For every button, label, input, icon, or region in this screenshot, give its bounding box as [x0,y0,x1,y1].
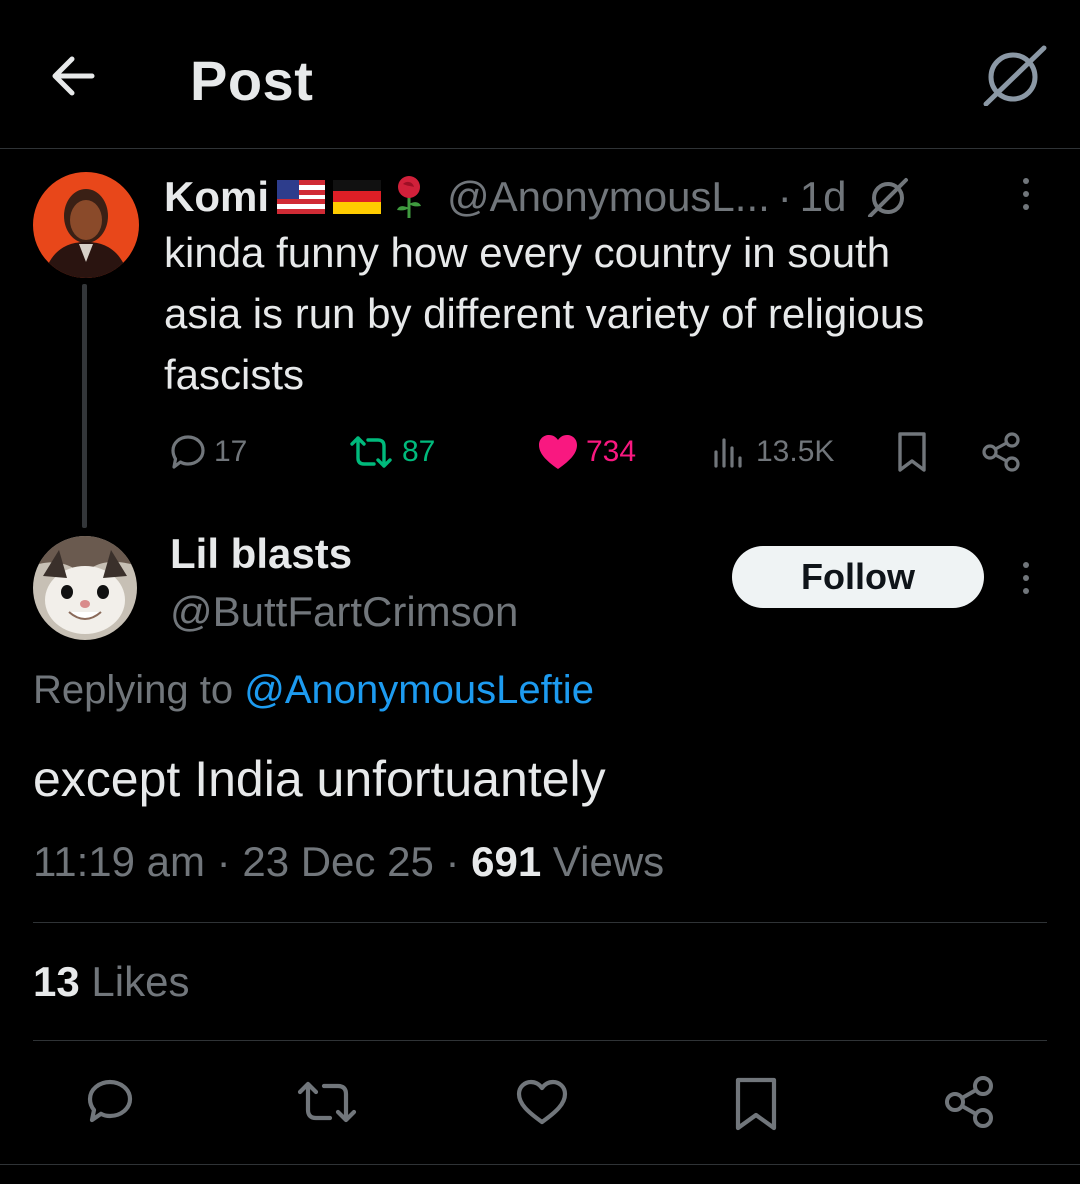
more-dot [1023,191,1029,197]
like-count: 734 [586,435,637,468]
avatar-image [33,172,139,278]
back-button[interactable] [44,46,104,106]
separator-dot: · [777,173,792,220]
tweet-text: kinda funny how every country in south a… [164,222,1044,405]
reply-views-count: 691 [471,838,542,885]
views-count: 13.5K [756,435,835,468]
replying-prefix: Replying to [33,668,234,712]
share-icon [982,432,1020,472]
post-page: Post Komi @AnonymousL... · 1d kinda funn… [0,0,1080,1184]
reply-icon [171,435,205,469]
tweet-time[interactable]: 1d [800,173,847,221]
share-button[interactable] [940,1070,1000,1136]
reply-button[interactable]: 17 [168,424,247,480]
divider [33,922,1047,923]
follow-button[interactable]: Follow [732,546,984,608]
likes-label: Likes [91,958,190,1005]
like-icon [539,435,577,469]
reply-count: 17 [214,435,248,468]
rose-emoji-icon [397,176,421,218]
likes-summary[interactable]: 13 Likes [33,958,189,1006]
replying-to: Replying to @AnonymousLeftie [33,668,594,713]
avatar-image [33,536,137,640]
share-icon [945,1076,993,1128]
more-dot [1023,562,1029,568]
share-button[interactable] [980,424,1024,480]
divider [33,1040,1047,1041]
tweet-line: kinda funny how every country in south [164,229,891,276]
more-dot [1023,204,1029,210]
page-title: Post [190,49,314,112]
divider [0,148,1080,149]
repost-count: 87 [402,435,436,468]
repost-icon [350,436,392,468]
thread-line [82,284,87,528]
views-button[interactable]: 13.5K [710,424,834,480]
reply-more-options-button[interactable] [1016,562,1036,606]
us-flag-icon [277,180,325,214]
reply-time: 11:19 am [33,838,205,885]
tweet-line: asia is run by different variety of reli… [164,290,925,337]
reply-author-handle[interactable]: @ButtFartCrimson [170,588,518,636]
reply-views-label: Views [552,838,665,885]
grok-button[interactable] [980,44,1050,107]
reply-meta: 11:19 am · 23 Dec 25 · 691 Views [33,838,664,886]
avatar-komi[interactable] [33,172,139,278]
reply-button[interactable] [80,1070,140,1136]
repost-icon [297,1081,357,1123]
grok-icon [983,45,1047,107]
tweet-header: Komi @AnonymousL... · 1d [164,170,911,224]
avatar-lil-blasts[interactable] [33,536,137,640]
reply-author-name[interactable]: Lil blasts [170,530,352,578]
bookmark-icon [898,432,926,472]
replying-handle-link[interactable]: @AnonymousLeftie [244,668,594,712]
more-dot [1023,178,1029,184]
like-button[interactable]: 734 [536,424,636,480]
like-button[interactable] [512,1070,572,1136]
bookmark-button[interactable] [892,424,932,480]
reply-text: except India unfortuantely [33,751,606,807]
top-bar: Post [0,0,1080,148]
like-icon [516,1079,568,1125]
germany-flag-icon [333,180,381,214]
meta-separator: · [445,838,460,885]
meta-separator: · [216,838,231,885]
more-options-button[interactable] [1016,178,1036,222]
repost-button[interactable] [292,1070,362,1136]
repost-button[interactable]: 87 [346,424,435,480]
reply-actions [0,1070,1080,1140]
tweet-line: fascists [164,351,305,398]
author-handle[interactable]: @AnonymousL... [447,173,770,221]
author-name[interactable]: Komi [164,173,269,221]
arrow-left-icon [52,56,95,96]
more-dot [1023,575,1029,581]
more-dot [1023,588,1029,594]
views-icon [714,438,742,468]
tweet-actions: 17 87 734 13.5K [164,424,1044,484]
divider [0,1164,1080,1165]
reply-icon [87,1079,133,1123]
reply-date: 23 Dec 25 [242,838,434,885]
likes-count: 13 [33,958,80,1005]
grok-icon[interactable] [865,177,911,217]
bookmark-button[interactable] [726,1070,786,1136]
bookmark-icon [735,1077,777,1131]
